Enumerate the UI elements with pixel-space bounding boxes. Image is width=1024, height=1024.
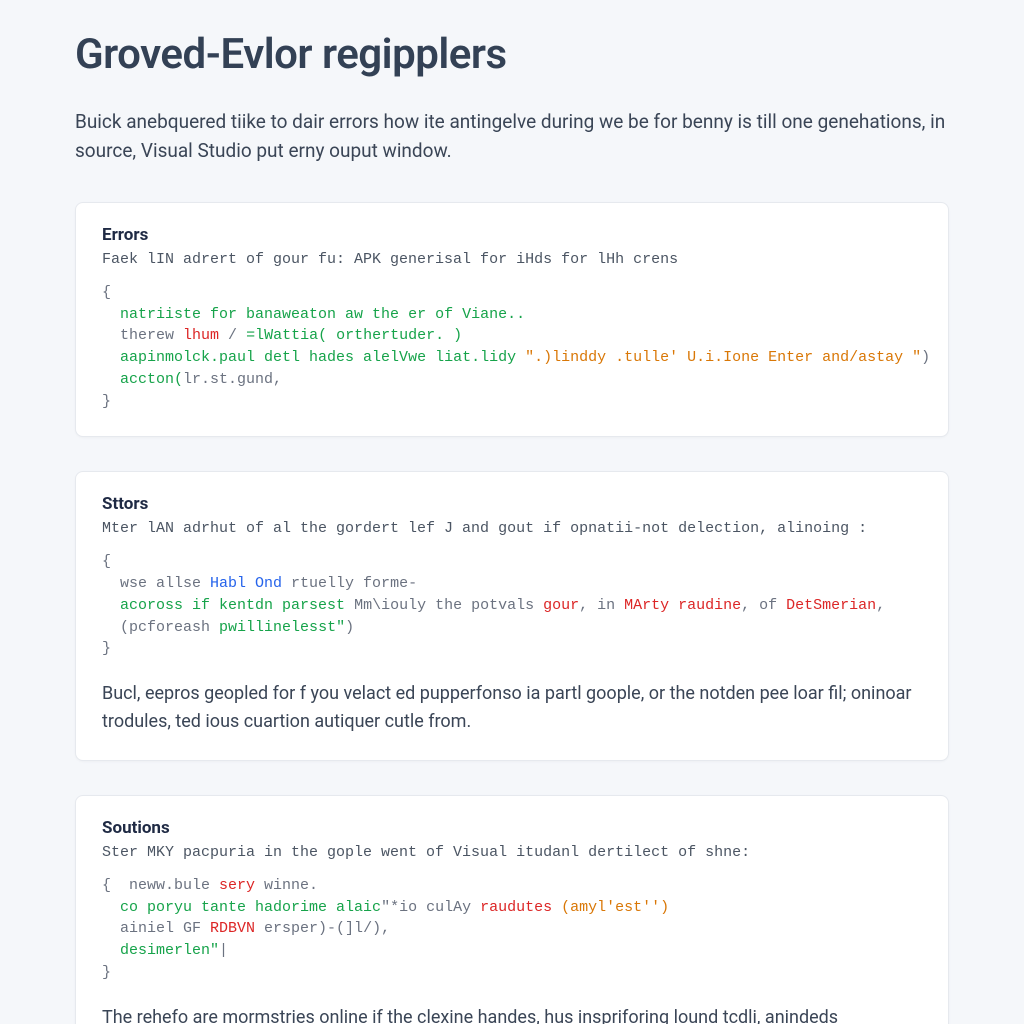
- code-token: (pcforeash: [120, 619, 219, 636]
- code-token: MArty raudine: [624, 597, 741, 614]
- code-token: (amyl'est''): [561, 899, 669, 916]
- section-errors: Errors Faek lIN adrert of gour fu: APK g…: [75, 202, 949, 438]
- intro-paragraph: Buick anebquered tiike to dair errors ho…: [75, 107, 949, 166]
- section-soutions: Soutions Ster MKY pacpuria in the gople …: [75, 795, 949, 1024]
- document-page: Groved-Evlor regipplers Buick anebquered…: [0, 0, 1024, 1024]
- code-token: raudutes: [480, 899, 561, 916]
- section-heading: Soutions: [102, 818, 922, 838]
- page-title: Groved-Evlor regipplers: [75, 30, 949, 79]
- section-lead: Faek lIN adrert of gour fu: APK generisa…: [102, 251, 922, 268]
- code-token: ,: [273, 371, 282, 388]
- code-token: [102, 327, 120, 344]
- section-heading: Sttors: [102, 494, 922, 514]
- code-token: desimerlen": [120, 942, 219, 959]
- code-token: aapinmolck.paul detl hades alelVwe liat.…: [120, 349, 525, 366]
- code-token: , of: [741, 597, 786, 614]
- code-token: rtuelly forme-: [291, 575, 417, 592]
- code-token: {: [102, 553, 111, 570]
- code-token: [102, 575, 120, 592]
- code-token: ersper)-(]l/): [264, 920, 381, 937]
- code-token: winne.: [264, 877, 318, 894]
- code-token: acoross if kentdn parsest: [120, 597, 354, 614]
- code-token: ,: [381, 920, 390, 937]
- code-token: [102, 371, 120, 388]
- section-lead: Mter lAN adrhut of al the gordert lef J …: [102, 520, 922, 537]
- code-token: therew: [120, 327, 183, 344]
- code-token: ainiel GF: [120, 920, 210, 937]
- code-token: DetSmerian: [786, 597, 876, 614]
- code-token: }: [102, 393, 111, 410]
- code-token: Habl Ond: [210, 575, 291, 592]
- section-sttors: Sttors Mter lAN adrhut of al the gordert…: [75, 471, 949, 761]
- code-token: [102, 619, 120, 636]
- code-token: RDBVN: [210, 920, 264, 937]
- code-token: }: [102, 640, 111, 657]
- code-token: pwillinelesst": [219, 619, 345, 636]
- code-token: co poryu tante hadorime alaic: [120, 899, 381, 916]
- code-token: [102, 349, 120, 366]
- section-note: Bucl, eepros geopled for f you velact ed…: [102, 680, 922, 736]
- section-lead: Ster MKY pacpuria in the gople went of V…: [102, 844, 922, 861]
- code-block: { natriiste for banaweaton aw the er of …: [102, 282, 922, 413]
- code-token: accton(: [120, 371, 183, 388]
- code-token: ,: [876, 597, 885, 614]
- code-token: gour: [543, 597, 579, 614]
- code-block: { neww.bule sery winne. co poryu tante h…: [102, 875, 922, 984]
- code-token: wse allse: [120, 575, 210, 592]
- code-token: "*io culAy: [381, 899, 480, 916]
- code-token: [102, 597, 120, 614]
- code-token: Mm\iouly the potvals: [354, 597, 543, 614]
- code-token: natriiste for banaweaton aw the er of Vi…: [120, 306, 525, 323]
- code-block: { wse allse Habl Ond rtuelly forme- acor…: [102, 551, 922, 660]
- code-token: ): [921, 349, 930, 366]
- section-note: The rehefo are mormstries online if the …: [102, 1004, 922, 1024]
- code-token: lr.st.gund: [183, 371, 273, 388]
- code-token: ".)linddy .tulle' U.i.Ione Enter and/ast…: [525, 349, 921, 366]
- code-token: [102, 306, 120, 323]
- code-token: [102, 942, 120, 959]
- code-token: =lWattia( orthertuder. ): [246, 327, 462, 344]
- code-token: {: [102, 284, 111, 301]
- code-token: }: [102, 964, 111, 981]
- code-token: /: [228, 327, 246, 344]
- code-token: neww.bule: [129, 877, 219, 894]
- code-token: |: [219, 942, 228, 959]
- code-token: [102, 899, 120, 916]
- code-token: {: [102, 877, 129, 894]
- code-token: lhum: [183, 327, 228, 344]
- code-token: , in: [579, 597, 624, 614]
- section-heading: Errors: [102, 225, 922, 245]
- code-token: [102, 920, 120, 937]
- code-token: ): [345, 619, 354, 636]
- code-token: sery: [219, 877, 264, 894]
